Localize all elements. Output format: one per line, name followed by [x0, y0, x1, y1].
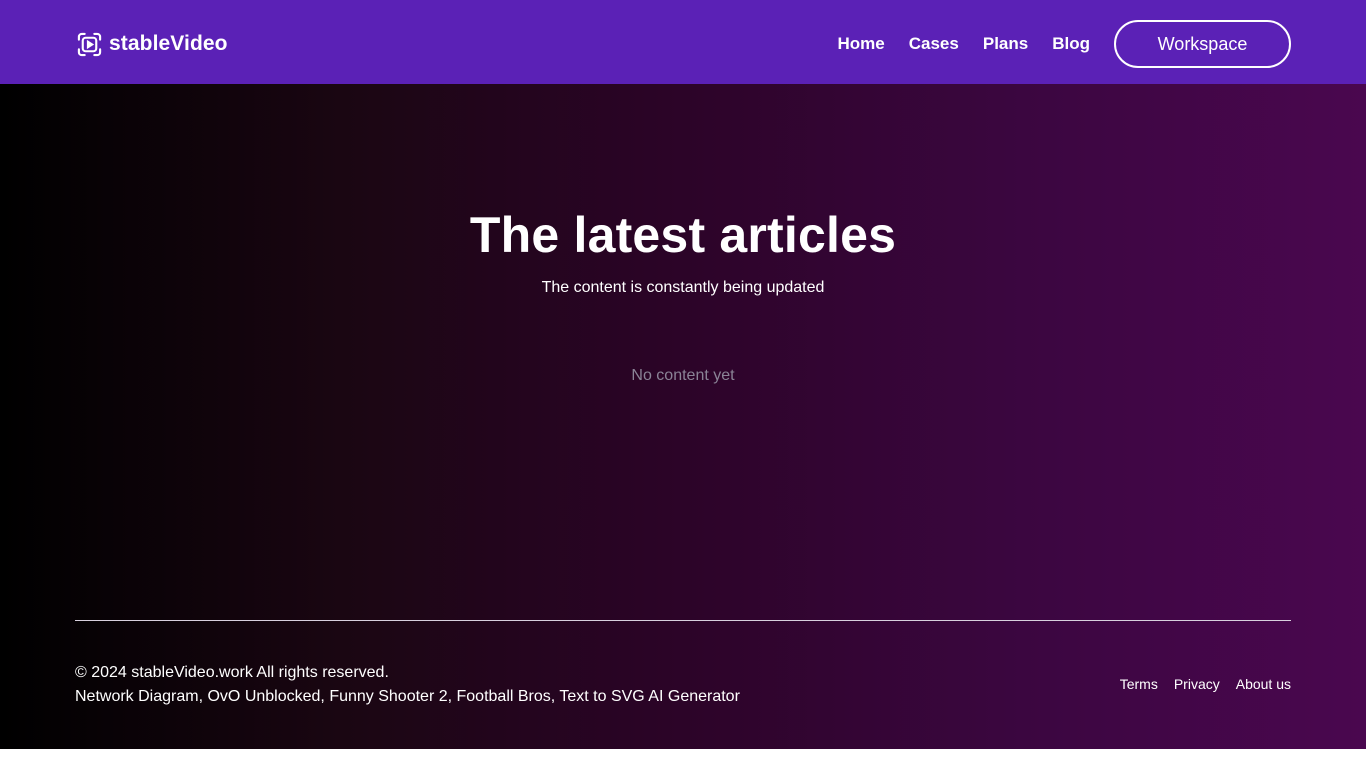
privacy-link[interactable]: Privacy [1174, 676, 1220, 692]
main-content: The latest articles The content is const… [0, 84, 1366, 749]
page-subtitle: The content is constantly being updated [541, 279, 825, 296]
friend-link[interactable]: Football Bros [457, 688, 551, 705]
footer-divider [75, 620, 1291, 621]
nav-blog[interactable]: Blog [1052, 34, 1090, 54]
footer-links: Terms Privacy About us [1120, 676, 1291, 692]
play-in-frame-icon [76, 31, 103, 58]
copyright-text: © 2024 stableVideo.work All rights reser… [75, 664, 389, 681]
friend-link[interactable]: Funny Shooter 2 [329, 688, 447, 705]
friend-link[interactable]: OvO Unblocked [207, 688, 320, 705]
about-us-link[interactable]: About us [1236, 676, 1291, 692]
logo-text: stableVideo [109, 32, 228, 55]
main-nav: Home Cases Plans Blog Workspace [838, 20, 1291, 68]
friend-link[interactable]: Text to SVG AI Generator [559, 688, 740, 705]
workspace-button[interactable]: Workspace [1114, 20, 1291, 68]
page-title: The latest articles [469, 207, 897, 263]
logo[interactable]: stableVideo [76, 30, 228, 58]
friend-link[interactable]: Network Diagram [75, 688, 199, 705]
empty-state-text: No content yet [631, 367, 735, 384]
friend-links: Network Diagram, OvO Unblocked, Funny Sh… [75, 688, 740, 705]
nav-plans[interactable]: Plans [983, 34, 1028, 54]
site-header: stableVideo Home Cases Plans Blog Worksp… [0, 0, 1366, 84]
nav-home[interactable]: Home [838, 34, 885, 54]
terms-link[interactable]: Terms [1120, 676, 1158, 692]
nav-cases[interactable]: Cases [909, 34, 959, 54]
